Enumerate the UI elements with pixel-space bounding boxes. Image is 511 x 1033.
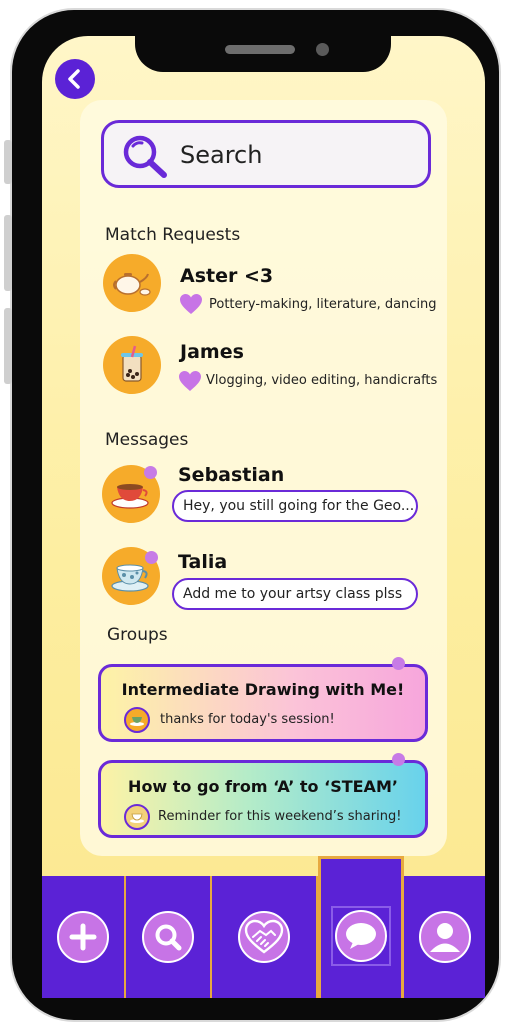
nav-tab-matches[interactable] [212,876,318,998]
nav-tab-search[interactable] [126,876,212,998]
nav-tab-selection [331,905,391,966]
message-sender: Sebastian [178,464,285,486]
plus-icon [69,923,97,951]
heart-icon [180,294,202,314]
groups-heading: Groups [107,625,168,645]
chevron-left-icon [68,69,80,89]
nav-tab-profile[interactable] [404,876,485,998]
floral-tea-cup-icon [111,564,149,592]
speaker-grille [225,45,295,54]
message-preview: Add me to your artsy class plss [172,578,418,610]
side-button-volume-up [4,215,12,291]
side-button-volume-down [4,308,12,384]
match-request-name: Aster <3 [180,265,274,287]
bubble-tea-icon [121,345,143,382]
match-requests-heading: Match Requests [105,225,241,245]
match-request-interests: Pottery-making, literature, dancing [209,297,437,312]
nav-button-messages [335,909,387,962]
group-preview: Reminder for this weekend’s sharing! [158,809,402,824]
match-request-interests: Vlogging, video editing, handicrafts [206,373,438,388]
message-sender: Talia [178,551,228,573]
messages-heading: Messages [105,430,189,450]
message-preview: Hey, you still going for the Geo... [172,490,418,522]
handshake-heart-icon [244,919,284,954]
tea-cup-icon [130,813,144,823]
profile-icon [429,923,460,952]
nav-button-profile [418,911,471,963]
tea-cup-icon [130,717,144,726]
nav-tab-add[interactable] [42,876,126,998]
bottom-nav [42,856,485,998]
search-icon [155,924,182,951]
search-label: Search [180,141,263,169]
unread-indicator [145,551,158,564]
phone-notch [135,10,391,72]
group-preview: thanks for today's session! [160,712,335,727]
match-request-name: James [180,341,244,363]
front-camera [316,43,329,56]
group-card[interactable]: Intermediate Drawing with Me! thanks for… [98,664,428,742]
teapot-icon [113,273,151,296]
unread-indicator [144,466,157,479]
group-card[interactable]: How to go from ‘A’ to ‘STEAM’ Reminder f… [98,760,428,838]
group-avatar [124,804,150,830]
tea-cup-icon [111,484,149,509]
heart-icon [179,371,201,391]
unread-indicator [392,657,405,670]
group-title: How to go from ‘A’ to ‘STEAM’ [128,777,398,796]
nav-tab-messages[interactable] [318,856,404,998]
search-bar[interactable]: Search [101,120,431,188]
avatar [103,336,161,394]
nav-button-matches [238,911,290,963]
nav-button-add [57,911,109,963]
search-icon [123,135,167,178]
back-button[interactable] [55,59,95,99]
group-title: Intermediate Drawing with Me! [121,680,405,699]
unread-indicator [392,753,405,766]
group-avatar [124,707,150,733]
chat-bubble-icon [346,922,376,949]
nav-button-search [142,911,194,963]
avatar [103,254,161,312]
side-button-mute [4,140,12,184]
